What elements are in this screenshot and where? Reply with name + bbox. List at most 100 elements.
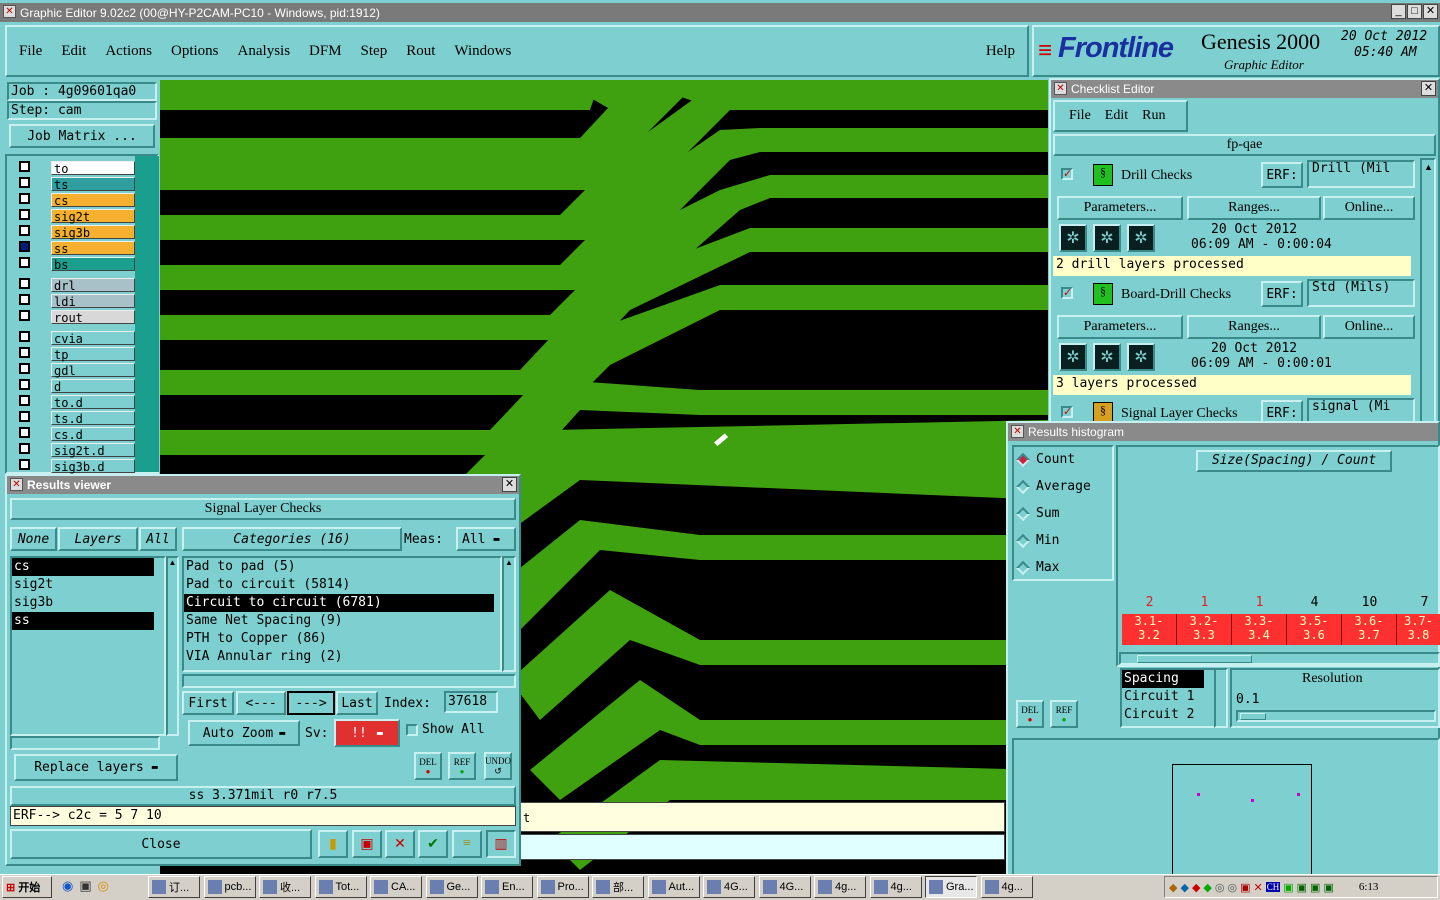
check-parameters-button[interactable]: Parameters...: [1057, 315, 1183, 339]
category-list[interactable]: Pad to pad (5) Pad to circuit (5814) Circu…: [182, 556, 502, 672]
minimize-icon[interactable]: _: [1391, 4, 1406, 19]
histogram-bar[interactable]: 3.3- 3.4: [1232, 614, 1287, 645]
check-online-button[interactable]: Online...: [1323, 315, 1415, 339]
histogram-field-item[interactable]: Circuit 2: [1122, 706, 1214, 724]
media-icon[interactable]: ◎: [98, 878, 109, 894]
close-icon[interactable]: ✕: [1423, 4, 1438, 19]
category-item[interactable]: PTH to Copper (86): [184, 630, 494, 648]
histogram-field-list[interactable]: Spacing Circuit 1 Circuit 2: [1120, 668, 1216, 728]
layer-name[interactable]: rout: [51, 309, 135, 325]
layer-name[interactable]: cs.d: [51, 426, 135, 442]
layer-checkbox[interactable]: [19, 363, 30, 374]
layer-row-cvia[interactable]: cvia: [19, 330, 135, 346]
category-item[interactable]: Pad to pad (5): [184, 558, 494, 576]
taskbar-item[interactable]: pcb...: [203, 876, 256, 898]
layer-checkbox[interactable]: [19, 443, 30, 454]
check-enabled-icon[interactable]: ✓: [1061, 168, 1073, 180]
layer-row-sig2t.d[interactable]: sig2t.d: [19, 442, 135, 458]
layer-name[interactable]: sig2t.d: [51, 442, 135, 458]
check-erf-value[interactable]: Drill (Mil: [1307, 160, 1415, 188]
job-matrix-button[interactable]: Job Matrix ...: [9, 124, 155, 148]
prev-button[interactable]: <---: [236, 691, 286, 715]
results-toolbar-check-icon[interactable]: ✔: [418, 830, 448, 858]
maximize-icon[interactable]: □: [1407, 4, 1422, 19]
layer-checkbox[interactable]: [19, 347, 30, 358]
layer-row-sig2t[interactable]: sig2t: [19, 208, 135, 224]
histogram-list-scrollbar[interactable]: [1214, 668, 1228, 728]
layer-checkbox[interactable]: [19, 209, 30, 220]
layer-result-scrollbar[interactable]: ▲: [166, 556, 179, 736]
menu-file[interactable]: File: [19, 43, 42, 60]
layer-result-item[interactable]: ss: [12, 612, 154, 630]
taskbar-item[interactable]: Aut...: [647, 876, 700, 898]
layer-checkbox[interactable]: [19, 278, 30, 289]
category-item[interactable]: VIA Annular ring (2): [184, 648, 494, 666]
layer-name[interactable]: to.d: [51, 394, 135, 410]
check-run-icon[interactable]: ✲: [1059, 343, 1087, 371]
layer-checkbox[interactable]: [19, 427, 30, 438]
tray-icon-5[interactable]: ◎: [1215, 881, 1225, 894]
category-item[interactable]: Same Net Spacing (9): [184, 612, 494, 630]
menu-analysis[interactable]: Analysis: [238, 43, 291, 60]
layer-checkbox[interactable]: [19, 395, 30, 406]
check-run-all-icon[interactable]: ✲: [1093, 343, 1121, 371]
results-toolbar-note-icon[interactable]: ≡: [452, 830, 482, 858]
layer-name[interactable]: ss: [51, 240, 135, 256]
tray-lang-icon[interactable]: CH: [1265, 882, 1281, 892]
results-toolbar-cross-icon[interactable]: ✕: [385, 830, 415, 858]
menu-rout[interactable]: Rout: [406, 43, 435, 60]
taskbar-item[interactable]: 4G...: [758, 876, 811, 898]
checklist-menu-edit[interactable]: Edit: [1105, 108, 1128, 124]
taskbar-item[interactable]: CA...: [370, 876, 422, 898]
layer-checkbox[interactable]: [19, 411, 30, 422]
layer-row-d[interactable]: d: [19, 378, 135, 394]
results-ref-button[interactable]: REF ●: [448, 752, 476, 780]
taskbar-item[interactable]: 4G...: [703, 876, 755, 898]
check-online-button[interactable]: Online...: [1323, 196, 1415, 220]
taskbar-item[interactable]: Tot...: [314, 876, 367, 898]
category-scrollbar[interactable]: ▲: [502, 556, 516, 672]
tray-icon-2[interactable]: ◆: [1180, 881, 1188, 894]
layer-row-tp[interactable]: tp: [19, 346, 135, 362]
menu-edit[interactable]: Edit: [61, 43, 86, 60]
tray-icon-9[interactable]: ▣: [1283, 881, 1293, 894]
checklist-close-icon[interactable]: ✕: [1421, 81, 1436, 96]
tray-icon-11[interactable]: ▣: [1310, 881, 1320, 894]
layer-name[interactable]: cs: [51, 192, 135, 208]
layer-row-bs[interactable]: bs: [19, 256, 135, 272]
layer-result-hscroll[interactable]: [10, 736, 160, 750]
menu-windows[interactable]: Windows: [454, 43, 511, 60]
taskbar-item[interactable]: 收...: [259, 876, 311, 898]
layer-row-ts[interactable]: ts: [19, 176, 135, 192]
histogram-hscroll[interactable]: [1119, 652, 1440, 665]
mode-max-radio[interactable]: Max: [1015, 560, 1059, 575]
replace-layers-select[interactable]: Replace layers ▬: [14, 754, 178, 781]
results-undo-button[interactable]: UNDO ↺: [484, 752, 512, 780]
menu-actions[interactable]: Actions: [105, 43, 152, 60]
layer-row-to.d[interactable]: to.d: [19, 394, 135, 410]
taskbar-item[interactable]: 4g...: [980, 876, 1033, 898]
layer-checkbox[interactable]: [19, 241, 30, 252]
histogram-bar[interactable]: 3.2- 3.3: [1177, 614, 1232, 645]
histogram-field-item[interactable]: Spacing: [1122, 670, 1204, 688]
resolution-slider[interactable]: [1236, 710, 1436, 722]
layer-name[interactable]: bs: [51, 256, 135, 272]
layer-name[interactable]: ts: [51, 176, 135, 192]
layer-name[interactable]: ts.d: [51, 410, 135, 426]
results-close-button[interactable]: Close: [10, 829, 312, 859]
layer-row-cs[interactable]: cs: [19, 192, 135, 208]
tray-icon-3[interactable]: ◆: [1192, 881, 1200, 894]
layer-row-drl[interactable]: drl: [19, 277, 135, 293]
menu-options[interactable]: Options: [171, 43, 219, 60]
layer-checkbox[interactable]: [19, 257, 30, 268]
layer-row-ss[interactable]: ss: [19, 240, 135, 256]
results-del-button[interactable]: DEL ●: [414, 752, 442, 780]
check-run-selected-icon[interactable]: ✲: [1127, 343, 1155, 371]
category-item[interactable]: Circuit to circuit (6781): [184, 594, 494, 612]
tray-icon-1[interactable]: ◆: [1169, 881, 1177, 894]
category-item[interactable]: Pad to circuit (5814): [184, 576, 494, 594]
taskbar-item[interactable]: 订...: [148, 876, 200, 898]
index-input[interactable]: 37618: [444, 691, 498, 713]
layer-checkbox[interactable]: [19, 225, 30, 236]
layer-name[interactable]: sig2t: [51, 208, 135, 224]
